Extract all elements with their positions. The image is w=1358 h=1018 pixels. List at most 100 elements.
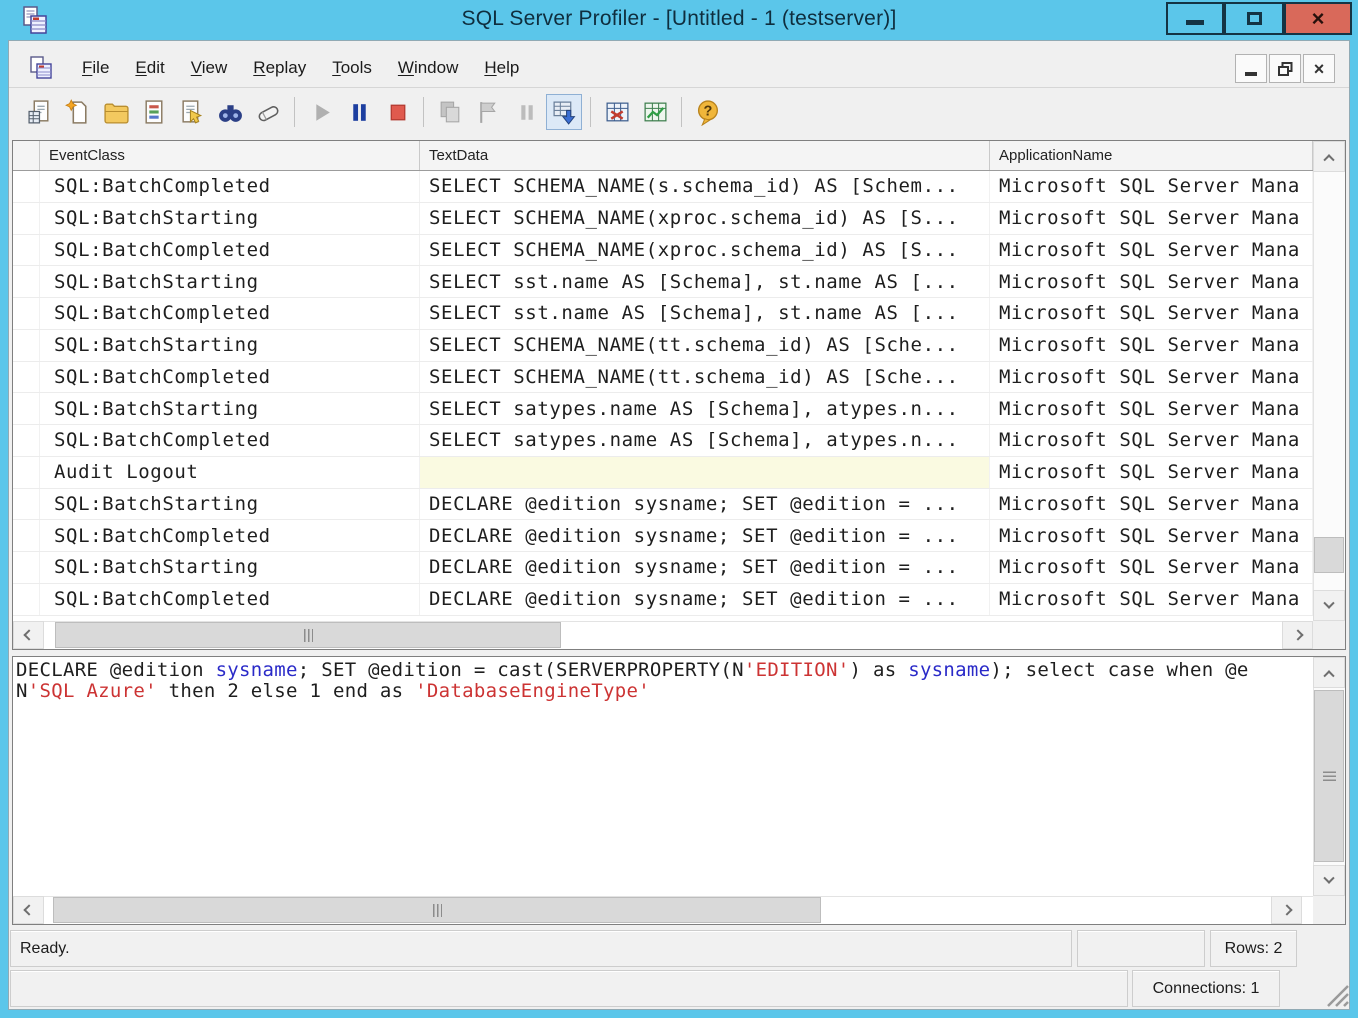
table-row[interactable]: SQL:BatchCompletedDECLARE @edition sysna… xyxy=(13,520,1313,552)
editor-hscroll-right-button[interactable] xyxy=(1271,896,1302,924)
toolbar-separator xyxy=(681,97,682,127)
table-cell xyxy=(13,203,40,234)
editor-hscroll-thumb[interactable] xyxy=(53,897,821,923)
grid-hscroll-left-button[interactable] xyxy=(13,621,44,649)
start-trace-button xyxy=(303,94,339,130)
status-text: Ready. xyxy=(20,940,70,958)
table-cell: Microsoft SQL Server Mana xyxy=(990,203,1313,234)
table-row[interactable]: SQL:BatchCompletedSELECT SCHEMA_NAME(xpr… xyxy=(13,235,1313,267)
trace-document-icon xyxy=(29,55,55,81)
grid-vscroll-down-button[interactable] xyxy=(1313,590,1345,621)
chevron-left-icon xyxy=(23,904,34,915)
table-cell xyxy=(13,171,40,202)
table-row[interactable]: SQL:BatchStartingDECLARE @edition sysnam… xyxy=(13,552,1313,584)
menu-replay[interactable]: Replay xyxy=(240,54,319,82)
table-cell: DECLARE @edition sysname; SET @edition =… xyxy=(420,552,990,583)
table-cell: SQL:BatchCompleted xyxy=(40,520,420,551)
table-cell xyxy=(13,266,40,297)
grid-vscroll-up-button[interactable] xyxy=(1313,141,1345,172)
connections-panel: Connections: 1 xyxy=(1132,970,1280,1007)
pause-trace-button[interactable] xyxy=(341,94,377,130)
table-cell: Microsoft SQL Server Mana xyxy=(990,362,1313,393)
editor-vscroll-up-button[interactable] xyxy=(1313,657,1345,688)
table-cell: SQL:BatchStarting xyxy=(40,393,420,424)
chevron-down-icon xyxy=(1323,597,1334,608)
table-row[interactable]: SQL:BatchCompletedSELECT sst.name AS [Sc… xyxy=(13,298,1313,330)
column-header-textdata[interactable]: TextData xyxy=(420,141,990,170)
table-cell: Microsoft SQL Server Mana xyxy=(990,552,1313,583)
table-cell: SELECT sst.name AS [Schema], st.name AS … xyxy=(420,266,990,297)
minimize-button[interactable] xyxy=(1166,2,1224,35)
stop-trace-button[interactable] xyxy=(379,94,415,130)
status-message-panel: Ready. xyxy=(10,930,1072,967)
toolbar-separator xyxy=(423,97,424,127)
toolbar: ? xyxy=(9,89,1349,135)
sql-preview-pane: DECLARE @edition sysname; SET @edition =… xyxy=(12,656,1346,925)
table-row[interactable]: SQL:BatchStartingSELECT satypes.name AS … xyxy=(13,393,1313,425)
table-row[interactable]: SQL:BatchCompletedSELECT satypes.name AS… xyxy=(13,425,1313,457)
grid-hscroll-thumb[interactable] xyxy=(55,622,561,648)
editor-vscroll-thumb[interactable] xyxy=(1314,690,1344,862)
table-row[interactable]: SQL:BatchCompletedSELECT SCHEMA_NAME(tt.… xyxy=(13,362,1313,394)
help-icon: ? xyxy=(695,99,722,126)
table-cell: Microsoft SQL Server Mana xyxy=(990,457,1313,488)
menu-edit[interactable]: Edit xyxy=(122,54,177,82)
editor-vscroll-down-button[interactable] xyxy=(1313,865,1345,896)
menu-tools[interactable]: Tools xyxy=(319,54,385,82)
maximize-button[interactable] xyxy=(1224,2,1284,35)
close-button[interactable]: × xyxy=(1284,2,1352,35)
table-row[interactable]: SQL:BatchCompletedSELECT SCHEMA_NAME(s.s… xyxy=(13,171,1313,203)
execute-one-step-button xyxy=(432,94,468,130)
rows-count: Rows: 2 xyxy=(1225,940,1283,958)
grid-vscroll-thumb[interactable] xyxy=(1314,537,1344,573)
mdi-restore-button[interactable] xyxy=(1269,54,1301,83)
menu-file[interactable]: File xyxy=(69,54,122,82)
table-row[interactable]: SQL:BatchStartingDECLARE @edition sysnam… xyxy=(13,489,1313,521)
table-cell: SQL:BatchCompleted xyxy=(40,584,420,615)
sql-preview-code[interactable]: DECLARE @edition sysname; SET @edition =… xyxy=(13,657,1313,896)
new-trace-button[interactable] xyxy=(22,94,58,130)
help-button[interactable]: ? xyxy=(690,94,726,130)
menu-window[interactable]: Window xyxy=(385,54,471,82)
menu-help[interactable]: Help xyxy=(471,54,532,82)
row-selector-header[interactable] xyxy=(13,141,40,170)
table-row[interactable]: SQL:BatchCompletedDECLARE @edition sysna… xyxy=(13,584,1313,616)
table-cell xyxy=(13,235,40,266)
mdi-close-button[interactable]: × xyxy=(1303,54,1335,83)
new-document-button[interactable] xyxy=(60,94,96,130)
table-cell: SELECT satypes.name AS [Schema], atypes.… xyxy=(420,393,990,424)
table-cell xyxy=(13,552,40,583)
toggle-breakpoint-button xyxy=(508,94,544,130)
organize-columns-button[interactable] xyxy=(599,94,635,130)
find-button[interactable] xyxy=(212,94,248,130)
aggregate-view-button[interactable] xyxy=(637,94,673,130)
minimize-icon xyxy=(1186,20,1204,25)
table-cell: Microsoft SQL Server Mana xyxy=(990,584,1313,615)
table-cell: DECLARE @edition sysname; SET @edition =… xyxy=(420,489,990,520)
clear-trace-button[interactable] xyxy=(250,94,286,130)
menu-bar: FileEditViewReplayToolsWindowHelp × xyxy=(9,48,1349,88)
mdi-minimize-button[interactable] xyxy=(1235,54,1267,83)
open-trace-button[interactable] xyxy=(98,94,134,130)
editor-hscroll-left-button[interactable] xyxy=(13,896,44,924)
column-header-eventclass[interactable]: EventClass xyxy=(40,141,420,170)
grid-hscroll-right-button[interactable] xyxy=(1282,621,1313,649)
column-header-applicationname[interactable]: ApplicationName xyxy=(990,141,1313,170)
chevron-up-icon xyxy=(1323,154,1334,165)
table-cell: Audit Logout xyxy=(40,457,420,488)
grid-rows: SQL:BatchCompletedSELECT SCHEMA_NAME(s.s… xyxy=(13,171,1313,623)
open-trace-table-button[interactable] xyxy=(136,94,172,130)
column-header-label: TextData xyxy=(429,147,488,164)
table-row[interactable]: SQL:BatchStartingSELECT sst.name AS [Sch… xyxy=(13,266,1313,298)
trace-properties-button[interactable] xyxy=(174,94,210,130)
menu-view[interactable]: View xyxy=(178,54,241,82)
table-row[interactable]: SQL:BatchStartingSELECT SCHEMA_NAME(tt.s… xyxy=(13,330,1313,362)
thumb-grip xyxy=(304,629,313,642)
table-row[interactable]: Audit Logout Microsoft SQL Server Mana xyxy=(13,457,1313,489)
resize-grip[interactable] xyxy=(1322,982,1350,1008)
table-row[interactable]: SQL:BatchStartingSELECT SCHEMA_NAME(xpro… xyxy=(13,203,1313,235)
table-cell: Microsoft SQL Server Mana xyxy=(990,393,1313,424)
table-cell xyxy=(13,362,40,393)
window-title: SQL Server Profiler - [Untitled - 1 (tes… xyxy=(0,7,1358,31)
auto-scroll-button[interactable] xyxy=(546,94,582,130)
